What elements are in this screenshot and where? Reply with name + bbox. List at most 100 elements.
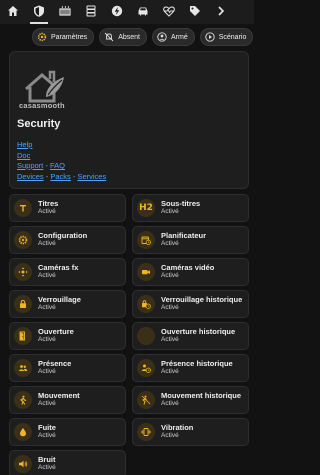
card-name: Verrouillage historique	[161, 294, 243, 304]
services-link[interactable]: Services	[77, 172, 106, 181]
video-camera-icon	[137, 263, 155, 281]
speaker-icon	[14, 455, 32, 473]
help-links: Help Doc Support - FAQ Devices - Packs -…	[17, 140, 106, 182]
chip-absent[interactable]: Absent	[99, 28, 147, 46]
water-drop-icon	[14, 423, 32, 441]
gear-icon	[37, 32, 47, 42]
card-name: Verrouillage	[38, 294, 81, 304]
blank-icon	[137, 327, 155, 345]
support-link[interactable]: Support	[17, 161, 43, 170]
tab-energy[interactable]	[104, 0, 130, 24]
card-ouverture-historique[interactable]: Ouverture historique Activé	[132, 322, 249, 350]
help-link[interactable]: Help	[17, 140, 32, 149]
card-name: Mouvement	[38, 390, 80, 400]
tab-tags[interactable]	[182, 0, 208, 24]
link-separator: -	[43, 161, 50, 170]
card-name: Ouverture	[38, 326, 74, 336]
chip-row: Paramètres Absent Armé Scénario	[32, 28, 254, 46]
card-name: Configuration	[38, 230, 88, 240]
walk-icon	[14, 391, 32, 409]
tab-more[interactable]	[208, 0, 234, 24]
tag-icon	[189, 5, 201, 20]
faq-link[interactable]: FAQ	[50, 161, 65, 170]
card-presence-historique[interactable]: Présence historique Activé	[132, 354, 249, 382]
gear-icon	[14, 231, 32, 249]
tab-home[interactable]	[0, 0, 26, 24]
calendar-clock-icon	[137, 231, 155, 249]
card-state: Activé	[38, 400, 56, 407]
heart-pulse-icon	[163, 5, 175, 20]
lock-history-icon	[137, 295, 155, 313]
entity-grid: Titres Activé H2 Sous-titres Activé Config…	[9, 194, 249, 475]
card-state: Activé	[38, 336, 56, 343]
tab-health[interactable]	[156, 0, 182, 24]
card-fuite[interactable]: Fuite Activé	[9, 418, 126, 446]
server-icon	[85, 5, 97, 20]
card-name: Caméras fx	[38, 262, 79, 272]
card-state: Activé	[161, 272, 179, 279]
tab-server[interactable]	[78, 0, 104, 24]
text-t-icon	[14, 199, 32, 217]
card-presence[interactable]: Présence Activé	[9, 354, 126, 382]
bell-off-icon	[104, 32, 114, 42]
chip-label: Absent	[118, 33, 140, 41]
card-verrouillage-historique[interactable]: Verrouillage historique Activé	[132, 290, 249, 318]
packs-link[interactable]: Packs	[50, 172, 70, 181]
chip-arme[interactable]: Armé	[151, 28, 195, 46]
card-name: Sous-titres	[161, 198, 201, 208]
card-mouvement[interactable]: Mouvement Activé	[9, 386, 126, 414]
lightning-icon	[111, 5, 123, 20]
chip-scenario[interactable]: Scénario	[199, 28, 254, 46]
card-state: Activé	[161, 400, 179, 407]
card-name: Titres	[38, 198, 59, 208]
play-circle-icon	[205, 32, 215, 42]
logo-text: casasmooth	[19, 101, 65, 110]
chip-label: Armé	[170, 33, 188, 41]
chevron-right-icon	[215, 5, 227, 20]
walk-history-icon	[137, 391, 155, 409]
card-name: Vibration	[161, 422, 194, 432]
card-cameras-video[interactable]: Caméras vidéo Activé	[132, 258, 249, 286]
card-name: Présence	[38, 358, 72, 368]
card-name: Fuite	[38, 422, 56, 432]
card-name: Bruit	[38, 454, 56, 464]
card-cameras-fx[interactable]: Caméras fx Activé	[9, 258, 126, 286]
pan-camera-icon	[14, 263, 32, 281]
card-vibration[interactable]: Vibration Activé	[132, 418, 249, 446]
card-planificateur[interactable]: Planificateur Activé	[132, 226, 249, 254]
page-title: Security	[17, 118, 61, 130]
card-state: Activé	[38, 368, 56, 375]
card-ouverture[interactable]: Ouverture Activé	[9, 322, 126, 350]
card-state: Activé	[38, 304, 56, 311]
card-name: Caméras vidéo	[161, 262, 215, 272]
people-icon	[14, 359, 32, 377]
tab-heating[interactable]	[52, 0, 78, 24]
doc-link[interactable]: Doc	[17, 151, 30, 160]
card-state: Activé	[38, 240, 56, 247]
card-state: Activé	[38, 272, 56, 279]
tab-security[interactable]	[26, 0, 52, 24]
card-configuration[interactable]: Configuration Activé	[9, 226, 126, 254]
devices-link[interactable]: Devices	[17, 172, 44, 181]
card-sous-titres[interactable]: H2 Sous-titres Activé	[132, 194, 249, 222]
card-state: Activé	[38, 208, 56, 215]
car-icon	[137, 5, 149, 20]
card-name: Présence historique	[161, 358, 233, 368]
card-verrouillage[interactable]: Verrouillage Activé	[9, 290, 126, 318]
card-state: Activé	[161, 368, 179, 375]
chip-parametres[interactable]: Paramètres	[32, 28, 95, 46]
lock-icon	[14, 295, 32, 313]
card-name: Mouvement historique	[161, 390, 242, 400]
card-state: Activé	[161, 208, 179, 215]
card-state: Activé	[161, 240, 179, 247]
radiator-icon	[59, 5, 71, 20]
card-name: Ouverture historique	[161, 326, 236, 336]
card-mouvement-historique[interactable]: Mouvement historique Activé	[132, 386, 249, 414]
card-bruit[interactable]: Bruit Activé	[9, 450, 126, 475]
tab-car[interactable]	[130, 0, 156, 24]
card-titres[interactable]: Titres Activé	[9, 194, 126, 222]
chip-label: Scénario	[218, 33, 247, 41]
card-state: Activé	[161, 432, 179, 439]
top-tab-bar	[0, 0, 254, 24]
card-state: Activé	[161, 304, 179, 311]
